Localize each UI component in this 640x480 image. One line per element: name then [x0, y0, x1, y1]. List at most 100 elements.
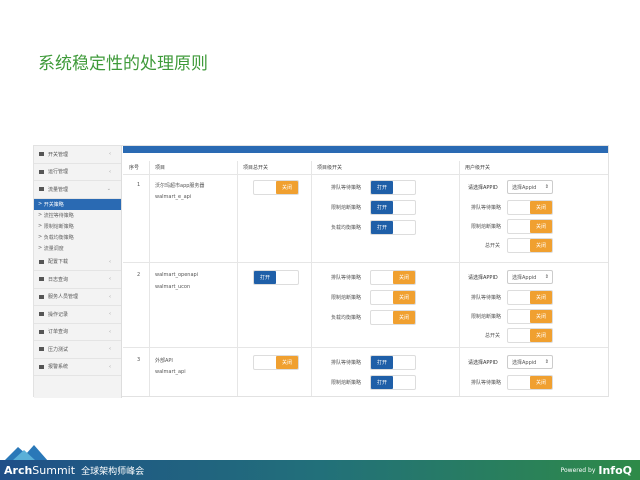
menu-icon [39, 277, 44, 282]
sidebar-item[interactable]: 订单查询 ‹ [34, 324, 121, 341]
divider [459, 161, 460, 396]
toggle-switch[interactable]: 关闭 [253, 180, 299, 195]
select-arrows-icon: ⇕ [544, 184, 549, 190]
toggle-switch[interactable]: 关闭 [370, 270, 416, 285]
sidebar-item[interactable]: 操作记录 ‹ [34, 306, 121, 324]
strategy-label: 负载均衡策略 [331, 315, 362, 321]
toggle-label: 关闭 [530, 201, 552, 214]
powered-text: Powered by [560, 466, 596, 474]
toggle-switch[interactable]: 打开 [253, 270, 299, 285]
appid-select-value: 选择Appid [512, 184, 537, 191]
sidebar-item-label: 配置下载 [48, 259, 69, 266]
column-header: 项目 [155, 165, 166, 171]
divider [123, 174, 608, 175]
toggle-switch[interactable]: 打开 [370, 220, 416, 235]
chevron-icon: ‹ [109, 276, 111, 283]
toggle-label: 关闭 [276, 356, 298, 369]
project-name: 外部API [155, 358, 173, 364]
toggle-switch[interactable]: 打开 [370, 200, 416, 215]
toggle-switch[interactable]: 关闭 [370, 310, 416, 325]
sidebar-subitem[interactable]: > 限制熔断策略 [34, 221, 121, 232]
user-strategy-label: 排队等待策略 [471, 295, 502, 301]
chevron-icon: ‹ [109, 346, 111, 353]
toggle-label: 关闭 [393, 271, 415, 284]
sidebar-item[interactable]: 开关管理 ‹ [34, 146, 121, 164]
brand-name: ArchSummit [4, 464, 75, 477]
infoq-logo: InfoQ [598, 463, 632, 477]
user-strategy-label: 限制熔断策略 [471, 314, 502, 320]
toggle-switch[interactable]: 关闭 [370, 290, 416, 305]
sidebar-subitem[interactable]: > 负载均衡策略 [34, 232, 121, 243]
column-header: 项目总开关 [243, 165, 269, 171]
sidebar-subitem-label: 流控等待策略 [43, 212, 74, 219]
toggle-label: 关闭 [530, 291, 552, 304]
toggle-switch[interactable]: 打开 [370, 375, 416, 390]
toggle-switch[interactable]: 打开 [370, 180, 416, 195]
divider [149, 161, 150, 396]
chevron-icon: ‹ [109, 311, 111, 318]
toggle-switch[interactable]: 关闭 [253, 355, 299, 370]
divider [237, 161, 238, 396]
appid-select[interactable]: 选择Appid ⇕ [507, 270, 553, 284]
toggle-switch[interactable]: 打开 [370, 355, 416, 370]
menu-icon [39, 259, 44, 264]
chevron-icon: ‹ [109, 151, 111, 158]
sidebar-item[interactable]: 服务人员管理 ‹ [34, 289, 121, 306]
toggle-switch[interactable]: 关闭 [507, 375, 553, 390]
project-code: walmart_api [155, 369, 186, 375]
column-header: 用户级开关 [465, 165, 491, 171]
toggle-switch[interactable]: 关闭 [507, 238, 553, 253]
sidebar-subitem-label: 限制熔断策略 [43, 223, 74, 230]
menu-icon [39, 312, 44, 317]
sidebar-item[interactable]: 配置下载 ‹ [34, 254, 121, 271]
sidebar-item-label: 订单查询 [48, 329, 69, 336]
row-number: 1 [137, 182, 141, 188]
user-strategy-label: 总开关 [485, 333, 501, 339]
sidebar-subitem[interactable]: > 开关策略 [34, 198, 121, 210]
sidebar-subitem[interactable]: > 流量调度 [34, 243, 121, 254]
column-header: 项目级开关 [317, 165, 343, 171]
toggle-label: 关闭 [530, 220, 552, 233]
column-header: 序号 [129, 165, 140, 171]
switch-table: 序号 项目 项目总开关 项目级开关 用户级开关 1 沃尔玛超市app服务器 walmart_e… [123, 154, 608, 396]
row-number: 3 [137, 357, 141, 363]
toggle-switch[interactable]: 关闭 [507, 309, 553, 324]
toggle-switch[interactable]: 关闭 [507, 290, 553, 305]
menu-icon [39, 364, 44, 369]
divider [123, 347, 608, 348]
strategy-label: 排队等待策略 [331, 275, 362, 281]
toggle-label: 打开 [371, 376, 393, 389]
sidebar-subitem[interactable]: > 流控等待策略 [34, 210, 121, 221]
sidebar-item[interactable]: 流量管理 ⌄ [34, 181, 121, 199]
sidebar-item[interactable]: 日志查询 ‹ [34, 271, 121, 289]
footer-bar: ArchSummit 全球架构师峰会 Powered by InfoQ [0, 460, 640, 480]
brand-subtitle: 全球架构师峰会 [81, 466, 145, 477]
sidebar-item[interactable]: 压力测试 ‹ [34, 341, 121, 359]
menu-icon [39, 347, 44, 352]
appid-select[interactable]: 选择Appid ⇕ [507, 180, 553, 194]
toggle-switch[interactable]: 关闭 [507, 200, 553, 215]
sidebar-item-label: 运行管理 [48, 169, 69, 176]
appid-label: 请选择APPID [468, 185, 498, 191]
toggle-switch[interactable]: 关闭 [507, 328, 553, 343]
select-arrows-icon: ⇕ [544, 274, 549, 280]
sidebar-item-label: 日志查询 [48, 276, 69, 283]
sidebar-item[interactable]: 报警系统 ‹ [34, 359, 121, 376]
toggle-label: 关闭 [530, 239, 552, 252]
sidebar-item[interactable]: 运行管理 ‹ [34, 164, 121, 181]
sidebar-item-label: 开关管理 [48, 151, 69, 158]
appid-select-value: 选择Appid [512, 359, 537, 366]
archsummit-mountain-logo [4, 445, 48, 461]
chevron-icon: ‹ [109, 328, 111, 335]
strategy-label: 限制熔断策略 [331, 295, 362, 301]
project-code: walmart_ucon [155, 284, 191, 290]
appid-label: 请选择APPID [468, 275, 498, 281]
appid-select[interactable]: 选择Appid ⇕ [507, 355, 553, 369]
appid-select-value: 选择Appid [512, 274, 537, 281]
user-strategy-label: 限制熔断策略 [471, 224, 502, 230]
brand-summit: Summit [32, 463, 76, 477]
toggle-switch[interactable]: 关闭 [507, 219, 553, 234]
sidebar-item-label: 操作记录 [48, 311, 69, 318]
sidebar-subitem-label: 开关策略 [43, 201, 64, 208]
user-strategy-label: 总开关 [485, 243, 501, 249]
